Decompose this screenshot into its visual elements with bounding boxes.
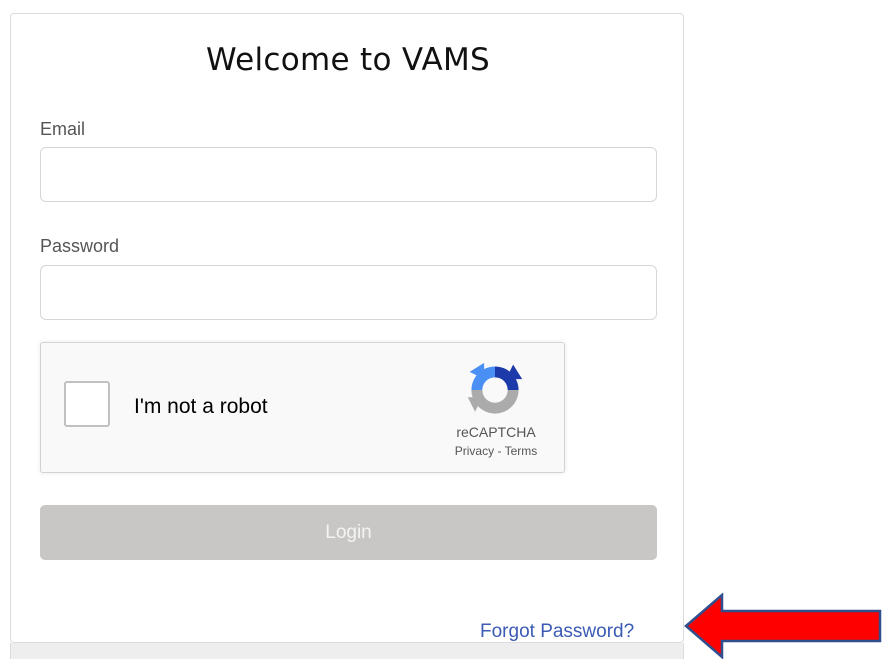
email-label: Email bbox=[40, 119, 86, 139]
login-card: Welcome to VAMS Email Password I'm not a… bbox=[10, 13, 684, 643]
email-field[interactable] bbox=[40, 147, 657, 202]
recaptcha-brand: reCAPTCHA bbox=[456, 424, 536, 440]
page: Welcome to VAMS Email Password I'm not a… bbox=[0, 0, 882, 659]
recaptcha-terms-link[interactable]: Terms bbox=[505, 444, 538, 458]
login-button[interactable]: Login bbox=[40, 505, 657, 560]
card-footer-strip bbox=[10, 643, 684, 659]
recaptcha-link-separator: - bbox=[494, 444, 505, 458]
red-arrow-icon bbox=[684, 593, 882, 659]
recaptcha-links: Privacy - Terms bbox=[436, 444, 556, 458]
recaptcha-widget: I'm not a robot reCAPTCHA Privacy - Term… bbox=[40, 342, 565, 473]
recaptcha-checkbox[interactable] bbox=[64, 381, 110, 427]
password-field[interactable] bbox=[40, 265, 657, 320]
password-label: Password bbox=[40, 236, 120, 256]
recaptcha-logo-icon bbox=[467, 362, 523, 414]
forgot-password-link[interactable]: Forgot Password? bbox=[480, 621, 634, 643]
recaptcha-privacy-link[interactable]: Privacy bbox=[455, 444, 494, 458]
page-title: Welcome to VAMS bbox=[206, 42, 490, 78]
recaptcha-label: I'm not a robot bbox=[134, 395, 268, 418]
